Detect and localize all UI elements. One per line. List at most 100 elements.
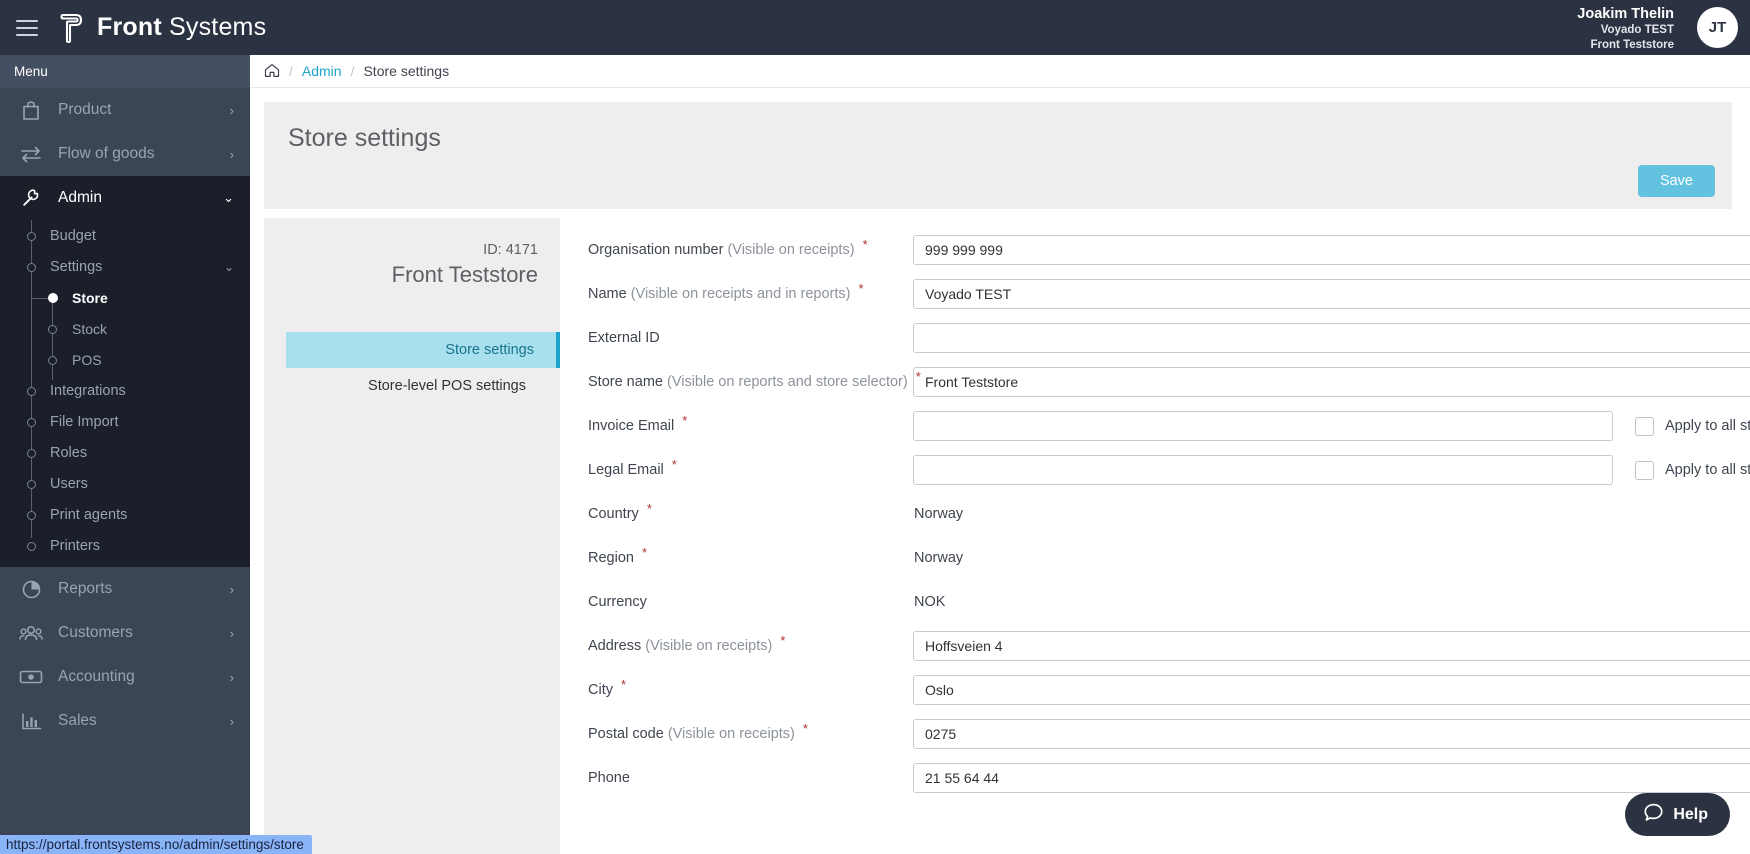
pie-chart-icon: [18, 578, 44, 600]
sidebar-item-printers[interactable]: Printers: [0, 530, 250, 561]
home-icon[interactable]: [264, 63, 280, 79]
apply-to-all-stores-legal-email[interactable]: Apply to all stores: [1635, 460, 1750, 480]
invoice-email-input[interactable]: [913, 411, 1613, 441]
sidebar-item-admin[interactable]: Admin ⌄: [0, 176, 250, 220]
status-bar-url: https://portal.frontsystems.no/admin/set…: [0, 835, 312, 854]
save-button[interactable]: Save: [1637, 165, 1715, 197]
top-bar: Front Systems Joakim Thelin Voyado TEST …: [0, 0, 1750, 55]
external-id-input[interactable]: [913, 323, 1750, 353]
breadcrumb-link-admin[interactable]: Admin: [302, 63, 342, 79]
sidebar-item-integrations[interactable]: Integrations: [0, 375, 250, 406]
organisation-number-input[interactable]: [913, 235, 1750, 265]
transfer-icon: [18, 143, 44, 165]
avatar[interactable]: JT: [1697, 7, 1738, 48]
required-marker: *: [671, 457, 677, 472]
apply-all-label: Apply to all stores: [1665, 418, 1750, 434]
field-label-text: Invoice Email: [588, 418, 675, 434]
sidebar-item-label: Roles: [50, 444, 88, 461]
field-label-text: Store name: [588, 374, 663, 390]
hamburger-icon[interactable]: [16, 19, 38, 36]
store-id: ID: 4171: [483, 242, 538, 258]
sidebar-item-budget[interactable]: Budget: [0, 220, 250, 251]
user-info[interactable]: Joakim Thelin Voyado TEST Front Teststor…: [1577, 5, 1674, 52]
store-name: Front Teststore: [391, 262, 538, 287]
field-row-country: Country * Norway: [588, 492, 1750, 536]
field-label-text: Organisation number: [588, 242, 724, 258]
people-icon: [18, 622, 44, 644]
field-label-text: Region: [588, 550, 634, 566]
field-label-text: Phone: [588, 770, 630, 786]
sidebar-item-customers[interactable]: Customers ›: [0, 611, 250, 655]
sidebar-item-label: Admin: [58, 189, 102, 206]
required-marker: *: [858, 281, 864, 296]
field-hint: (Visible on receipts): [727, 242, 855, 258]
field-label: Postal code (Visible on receipts) *: [588, 721, 913, 742]
bar-chart-icon: [18, 710, 44, 732]
chevron-down-icon: ⌄: [223, 190, 234, 205]
field-label-text: City: [588, 682, 613, 698]
card-tabs: Store settings Store-level POS settings: [286, 332, 560, 404]
sidebar-item-store[interactable]: Store: [0, 282, 250, 313]
sidebar-admin-submenu: Budget Settings ⌄ Store Stock POS Integr…: [0, 220, 250, 567]
sidebar-item-label: Customers: [58, 624, 133, 641]
required-marker: *: [915, 369, 921, 384]
postal-code-input[interactable]: [913, 719, 1750, 749]
sidebar-item-settings[interactable]: Settings ⌄: [0, 251, 250, 282]
field-label-text: Legal Email: [588, 462, 664, 478]
apply-all-checkbox[interactable]: [1635, 416, 1654, 436]
sidebar-item-sales[interactable]: Sales ›: [0, 699, 250, 743]
city-input[interactable]: [913, 675, 1750, 705]
sidebar-item-pos[interactable]: POS: [0, 344, 250, 375]
sidebar-item-accounting[interactable]: Accounting ›: [0, 655, 250, 699]
sidebar-item-roles[interactable]: Roles: [0, 437, 250, 468]
sidebar-item-product[interactable]: Product ›: [0, 88, 250, 132]
field-hint: (Visible on receipts): [645, 638, 773, 654]
help-label: Help: [1673, 805, 1708, 823]
breadcrumb: / Admin / Store settings: [250, 55, 1750, 88]
chevron-right-icon: ›: [229, 625, 234, 641]
page-header: Store settings Save: [264, 102, 1732, 209]
field-row-region: Region * Norway: [588, 536, 1750, 580]
sidebar-item-label: Stock: [72, 320, 108, 337]
phone-input[interactable]: [913, 763, 1750, 793]
sidebar-item-stock[interactable]: Stock: [0, 313, 250, 344]
tab-store-level-pos-settings[interactable]: Store-level POS settings: [286, 368, 538, 404]
field-row-currency: Currency NOK: [588, 580, 1750, 624]
sidebar-item-reports[interactable]: Reports ›: [0, 567, 250, 611]
field-row-store-name: Store name (Visible on reports and store…: [588, 360, 1750, 404]
page-title: Store settings: [288, 124, 441, 152]
currency-value: NOK: [914, 594, 946, 610]
apply-all-label: Apply to all stores: [1665, 462, 1750, 478]
sidebar-item-print-agents[interactable]: Print agents: [0, 499, 250, 530]
sidebar-item-label: Users: [50, 475, 88, 492]
legal-email-input[interactable]: [913, 455, 1613, 485]
name-input[interactable]: [913, 279, 1750, 309]
money-icon: [18, 666, 44, 688]
help-button[interactable]: Help: [1625, 793, 1730, 836]
chevron-right-icon: ›: [229, 669, 234, 685]
chat-bubble-icon: [1643, 802, 1664, 828]
field-label: Country *: [588, 501, 913, 522]
required-marker: *: [802, 721, 808, 736]
field-hint: (Visible on receipts): [667, 726, 795, 742]
required-marker: *: [780, 633, 786, 648]
chevron-right-icon: ›: [229, 146, 234, 162]
sidebar-item-file-import[interactable]: File Import: [0, 406, 250, 437]
apply-to-all-stores-invoice-email[interactable]: Apply to all stores: [1635, 416, 1750, 436]
settings-content: ID: 4171 Front Teststore Store settings …: [250, 218, 1750, 854]
store-name-input[interactable]: [913, 367, 1750, 397]
field-label: Region *: [588, 545, 913, 566]
tab-store-settings[interactable]: Store settings: [286, 332, 560, 368]
breadcrumb-separator: /: [350, 63, 355, 79]
field-label: Address (Visible on receipts) *: [588, 633, 913, 654]
field-label-text: Currency: [588, 594, 647, 610]
field-row-external-id: External ID: [588, 316, 1750, 360]
address-input[interactable]: [913, 631, 1750, 661]
field-row-postal-code: Postal code (Visible on receipts) *: [588, 712, 1750, 756]
sidebar-item-flow-of-goods[interactable]: Flow of goods ›: [0, 132, 250, 176]
region-value: Norway: [914, 550, 964, 566]
sidebar-item-users[interactable]: Users: [0, 468, 250, 499]
brand[interactable]: Front Systems: [56, 12, 266, 44]
apply-all-checkbox[interactable]: [1635, 460, 1654, 480]
sidebar-item-label: Settings: [50, 258, 103, 275]
